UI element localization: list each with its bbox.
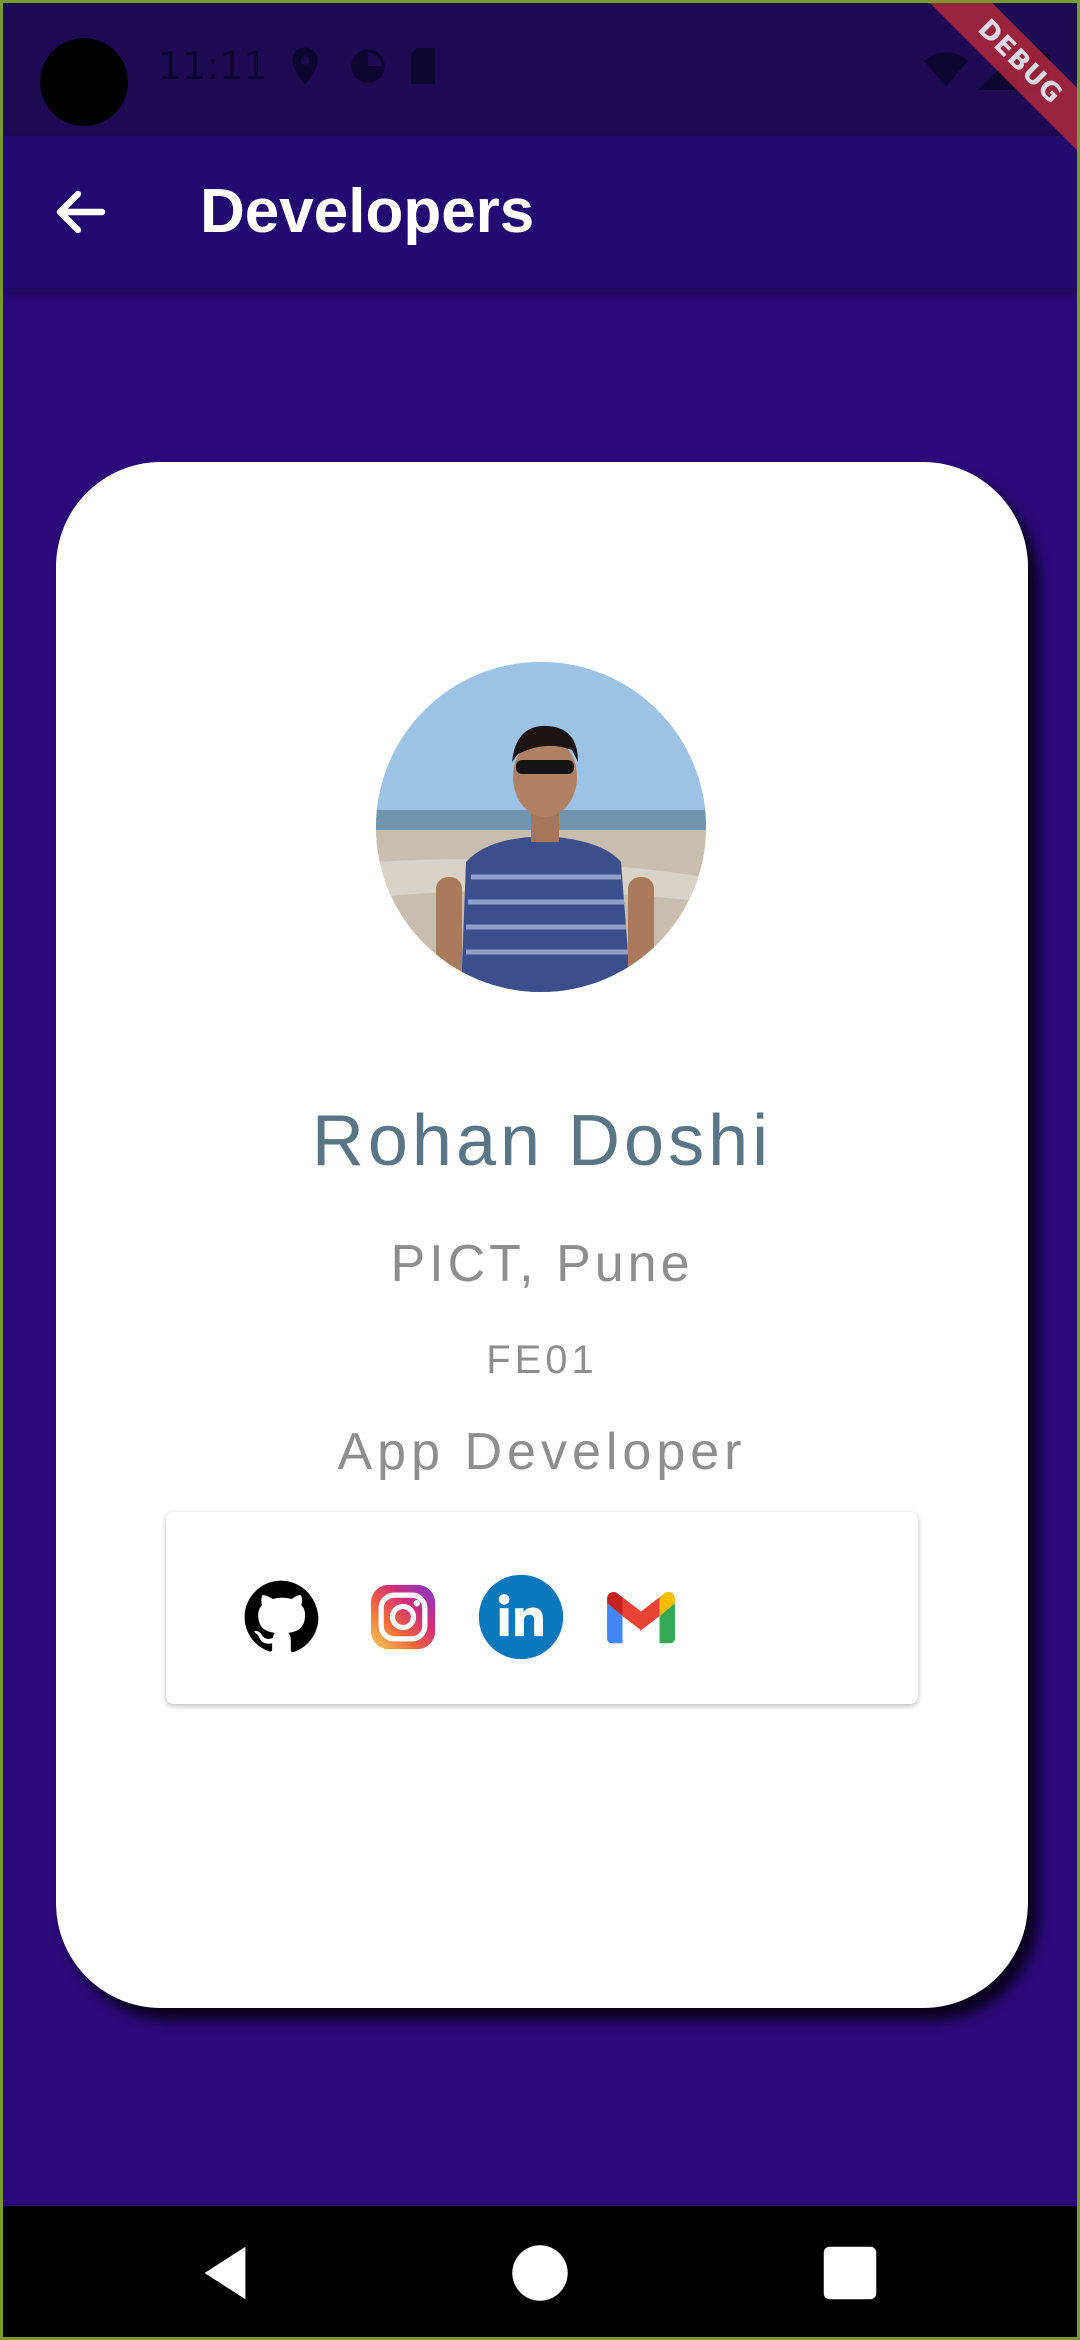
instagram-link[interactable] [358, 1572, 448, 1662]
nav-home-icon[interactable] [505, 2238, 575, 2308]
data-saver-icon [348, 46, 385, 86]
developer-name: Rohan Doshi [311, 1101, 773, 1181]
nav-recents-icon[interactable] [815, 2238, 885, 2308]
wifi-icon [924, 50, 968, 95]
gmail-link[interactable] [596, 1572, 686, 1662]
developer-college: PICT, Pune [390, 1235, 694, 1293]
linkedin-link[interactable] [476, 1572, 566, 1662]
github-icon [244, 1580, 319, 1653]
back-button[interactable] [40, 172, 120, 252]
avatar [376, 662, 706, 992]
gmail-icon [607, 1592, 675, 1644]
arrow-back-icon [56, 190, 106, 234]
system-navigation-bar [0, 2206, 1080, 2340]
developer-card: Rohan Doshi PICT, Pune FE01 App Develope… [56, 462, 1028, 2008]
social-links-card [166, 1512, 918, 1704]
linkedin-icon [478, 1574, 564, 1660]
status-time: 11:11 [158, 44, 268, 88]
camera-cutout [40, 38, 128, 126]
location-icon [288, 46, 322, 86]
sd-card-icon [408, 46, 442, 86]
developer-code: FE01 [486, 1338, 598, 1382]
app-bar: Developers [0, 136, 1080, 288]
github-link[interactable] [236, 1572, 326, 1662]
page-title: Developers [200, 177, 535, 246]
status-icons [288, 46, 442, 86]
nav-back-icon[interactable] [190, 2238, 260, 2308]
status-bar: 11:11 [0, 0, 1080, 136]
developer-role: App Developer [337, 1423, 747, 1481]
avatar-photo [376, 662, 706, 992]
instagram-icon [370, 1584, 436, 1650]
